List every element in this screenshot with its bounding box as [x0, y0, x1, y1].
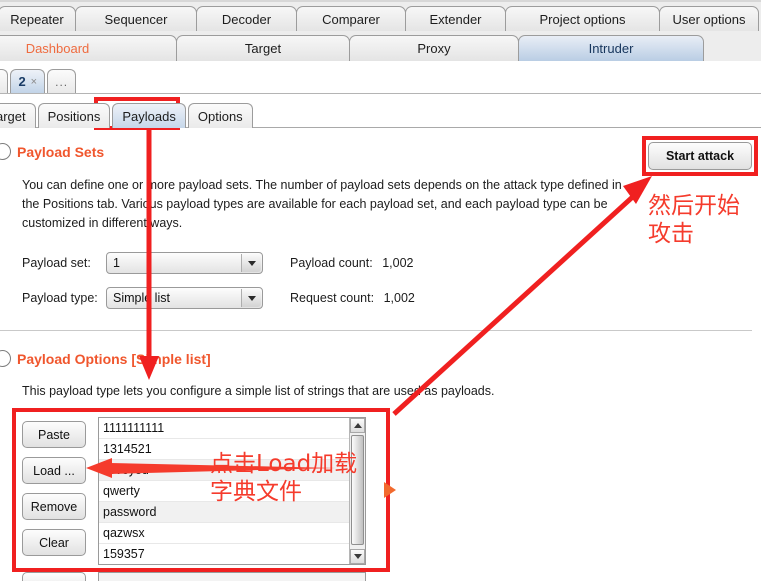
tab-comparer[interactable]: Comparer: [296, 6, 406, 32]
ellipsis-icon: ...: [55, 74, 69, 89]
sub-tab-options-label: Options: [197, 108, 243, 124]
scroll-down-icon[interactable]: [350, 549, 365, 564]
list-item[interactable]: qwerty: [99, 481, 365, 502]
burp-intruder-window: Repeater Sequencer Decoder Comparer Exte…: [0, 0, 761, 581]
payload-sets-title: Payload Sets: [17, 143, 105, 160]
sub-tab-payloads[interactable]: Payloads: [112, 103, 186, 128]
annotation-triangle-right: [384, 482, 396, 498]
list-item[interactable]: iloveyou: [99, 460, 365, 481]
payload-list[interactable]: 1111111111 1314521 iloveyou qwerty passw…: [98, 417, 366, 565]
load-button[interactable]: Load ...: [22, 457, 86, 484]
request-count-row: Request count: 1,002: [290, 291, 415, 305]
tab-sequencer-label: Sequencer: [104, 12, 168, 27]
collapse-circle-icon[interactable]: [0, 350, 11, 367]
list-item[interactable]: 1314521: [99, 439, 365, 460]
intruder-sub-tab-row: arget Positions Payloads Options: [0, 100, 761, 128]
sub-tab-payloads-label: Payloads: [122, 108, 176, 124]
scroll-up-icon[interactable]: [350, 418, 365, 433]
start-attack-label: Start attack: [665, 149, 735, 163]
attack-tab-2[interactable]: 2 ×: [10, 69, 46, 93]
payload-set-value: 1: [113, 256, 120, 270]
bottom-button-partial[interactable]: [22, 572, 86, 581]
main-tab-row: Repeater Sequencer Decoder Comparer Exte…: [0, 0, 761, 32]
sub-tab-options[interactable]: Options: [187, 103, 253, 128]
attack-tab-1[interactable]: ×: [0, 69, 9, 93]
payload-sets-description-line1: You can define one or more payload sets.…: [22, 178, 622, 192]
attack-tab-more[interactable]: ...: [47, 69, 77, 93]
payload-type-value: Simple list: [113, 291, 170, 305]
paste-button[interactable]: Paste: [22, 421, 86, 448]
list-item[interactable]: 1111111111: [99, 418, 365, 439]
payload-options-title: Payload Options [Simple list]: [17, 350, 211, 367]
payload-count-label: Payload count:: [290, 256, 373, 270]
tab-target[interactable]: Target: [176, 35, 350, 61]
tab-sequencer[interactable]: Sequencer: [75, 6, 197, 32]
section-divider: [0, 330, 752, 331]
tab-decoder[interactable]: Decoder: [196, 6, 297, 32]
payload-set-dropdown[interactable]: 1: [106, 252, 263, 274]
attack-tab-row: × 2 × ...: [0, 66, 761, 94]
tab-user-options[interactable]: User options: [659, 6, 759, 32]
request-count-value: 1,002: [383, 291, 415, 305]
clear-button-label: Clear: [39, 535, 69, 550]
scrollbar-thumb[interactable]: [351, 435, 364, 545]
sub-tab-positions[interactable]: Positions: [37, 103, 111, 128]
tab-dashboard-label: Dashboard: [25, 41, 90, 56]
sub-tab-target[interactable]: arget: [0, 103, 36, 128]
list-item[interactable]: password: [99, 502, 365, 523]
remove-button-label: Remove: [30, 499, 78, 514]
payload-count-row: Payload count: 1,002: [290, 256, 413, 270]
tab-dashboard[interactable]: Dashboard: [0, 35, 177, 61]
remove-button[interactable]: Remove: [22, 493, 86, 520]
load-button-label: Load ...: [33, 463, 75, 478]
payload-type-dropdown[interactable]: Simple list: [106, 287, 263, 309]
bottom-field-partial[interactable]: [98, 572, 366, 581]
payload-options-header[interactable]: Payload Options [Simple list]: [0, 350, 211, 367]
tab-decoder-label: Decoder: [221, 12, 272, 27]
chevron-down-icon[interactable]: [241, 289, 261, 307]
tab-extender[interactable]: Extender: [405, 6, 506, 32]
close-icon[interactable]: ×: [31, 76, 37, 88]
payload-set-label: Payload set:: [22, 256, 91, 270]
tab-proxy[interactable]: Proxy: [349, 35, 519, 61]
tab-proxy-label: Proxy: [417, 41, 451, 56]
payload-sets-description-line2: the Positions tab. Various payload types…: [22, 197, 608, 211]
paste-button-label: Paste: [38, 427, 70, 442]
payload-sets-header[interactable]: Payload Sets: [0, 143, 104, 160]
request-count-label: Request count:: [290, 291, 375, 305]
payload-sets-description-line3: customized in different ways.: [22, 216, 183, 230]
collapse-circle-icon[interactable]: [0, 143, 11, 160]
tab-project-options-label: Project options: [539, 12, 626, 27]
list-item[interactable]: 159357: [99, 544, 365, 564]
sub-tab-target-label: arget: [0, 108, 26, 124]
clear-button[interactable]: Clear: [22, 529, 86, 556]
secondary-tab-row: Dashboard Target Proxy Intruder: [0, 31, 761, 61]
payload-list-scrollbar[interactable]: [349, 418, 365, 564]
tab-project-options[interactable]: Project options: [505, 6, 660, 32]
tab-repeater[interactable]: Repeater: [0, 6, 76, 32]
tab-target-label: Target: [244, 41, 282, 56]
tab-extender-label: Extender: [429, 12, 482, 27]
list-item[interactable]: qazwsx: [99, 523, 365, 544]
payload-sets-description: You can define one or more payload sets.…: [22, 176, 662, 233]
sub-tab-positions-label: Positions: [47, 108, 101, 124]
attack-tab-2-label: 2: [18, 74, 26, 89]
tab-intruder-label: Intruder: [588, 41, 634, 56]
tab-repeater-label: Repeater: [10, 12, 64, 27]
chevron-down-icon[interactable]: [241, 254, 261, 272]
payload-count-value: 1,002: [382, 256, 414, 270]
tab-user-options-label: User options: [672, 12, 746, 27]
tab-intruder[interactable]: Intruder: [518, 35, 704, 61]
payload-type-label: Payload type:: [22, 291, 98, 305]
start-attack-button[interactable]: Start attack: [648, 142, 752, 170]
tab-comparer-label: Comparer: [322, 12, 380, 27]
payload-options-description: This payload type lets you configure a s…: [22, 384, 495, 398]
